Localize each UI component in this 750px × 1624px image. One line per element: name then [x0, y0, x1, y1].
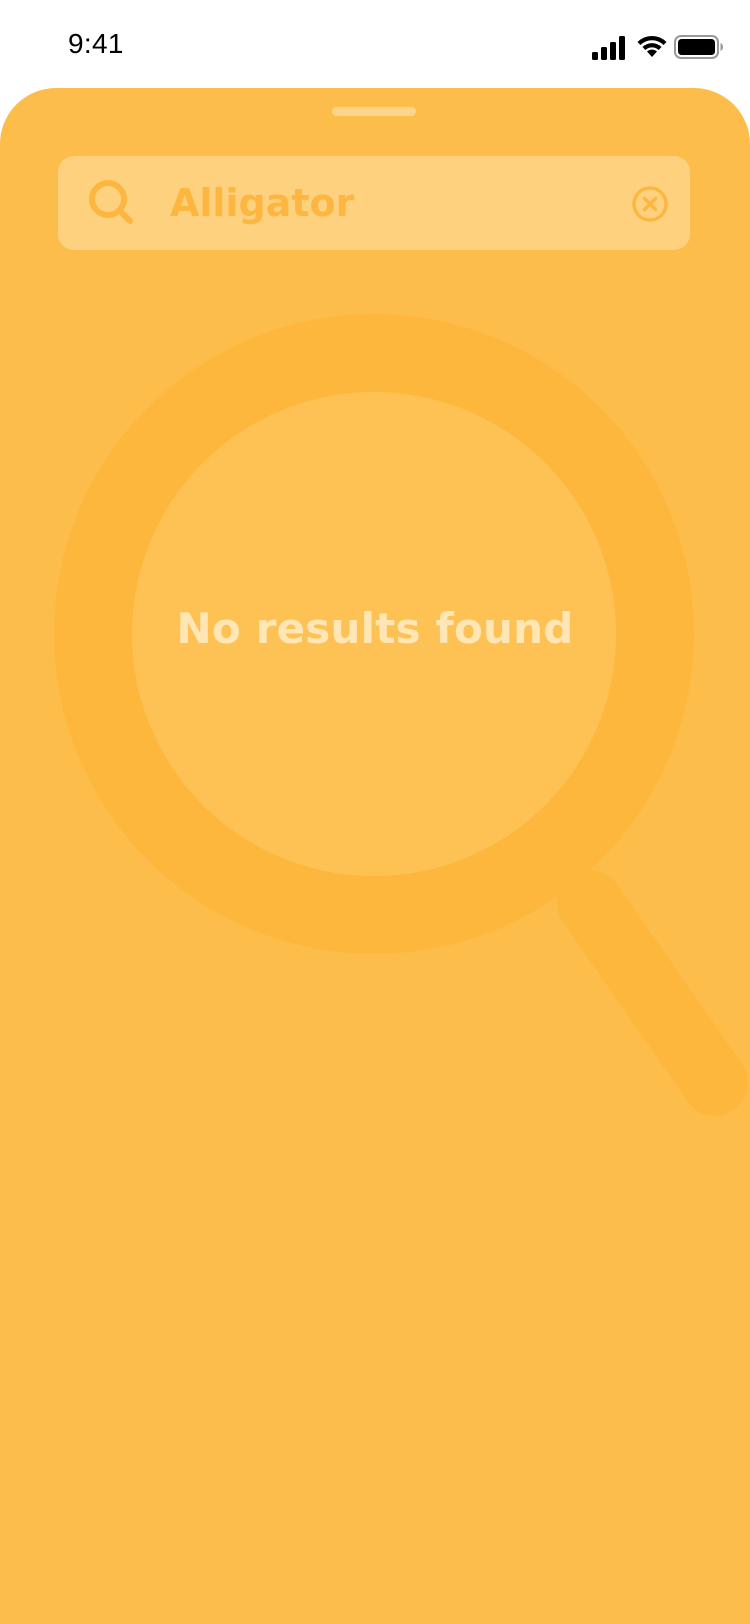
sheet-grabber[interactable] [332, 107, 416, 116]
search-bar [58, 156, 690, 250]
app-screen: 9:41 Alligator No results found [0, 0, 750, 1624]
search-input[interactable] [170, 156, 570, 250]
status-icons [592, 30, 723, 64]
magnifying-glass-icon [54, 314, 748, 1116]
search-sheet: No results found [0, 88, 750, 1624]
status-bar: 9:41 [0, 0, 750, 88]
clear-circle-icon[interactable] [630, 184, 670, 224]
wifi-icon [637, 35, 667, 57]
status-time: 9:41 [68, 28, 124, 59]
cellular-signal-icon [592, 36, 625, 60]
battery-icon [674, 35, 723, 59]
search-icon [89, 180, 133, 224]
no-results-message: No results found [176, 604, 574, 653]
